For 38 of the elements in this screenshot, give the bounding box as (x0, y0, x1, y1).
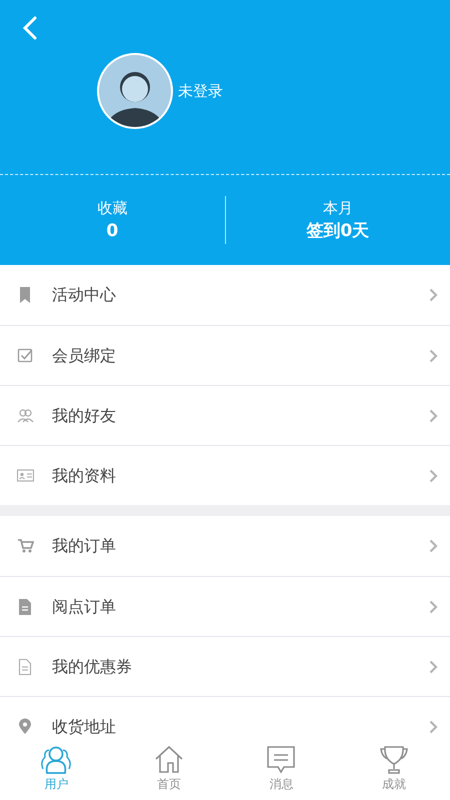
trophy-icon (378, 744, 410, 776)
menu-item[interactable]: 我的好友 (0, 385, 450, 445)
menu-label: 活动中心 (52, 284, 117, 306)
chevron-icon (429, 468, 438, 482)
chevron-icon (429, 408, 438, 422)
chevron-icon (429, 660, 438, 674)
chevron-icon (429, 720, 438, 734)
menu-item[interactable]: 阅点订单 (0, 576, 450, 636)
menu-label: 我的资料 (52, 464, 117, 486)
message-icon (265, 744, 298, 776)
stat-value: 签到0天 (306, 220, 370, 243)
chevron-icon (429, 600, 438, 614)
menu-label: 我的订单 (52, 535, 117, 557)
stat-label: 收藏 (97, 198, 128, 219)
chevron-icon (429, 288, 438, 302)
id-card-icon (17, 466, 34, 484)
people-icon (17, 406, 34, 424)
menu-label: 阅点订单 (52, 596, 117, 618)
avatar[interactable] (96, 52, 174, 130)
menu-label: 会员绑定 (52, 344, 117, 366)
menu-item[interactable]: 我的优惠券 (0, 636, 450, 696)
menu-label: 我的优惠券 (52, 656, 133, 678)
chevron-icon (429, 539, 438, 553)
home-icon (152, 744, 185, 776)
menu-label: 收货地址 (52, 716, 117, 735)
menu-item[interactable]: 我的资料 (0, 445, 450, 505)
menu-item[interactable]: 会员绑定 (0, 325, 450, 385)
menu-label: 我的好友 (52, 404, 117, 426)
users-icon (40, 744, 72, 776)
menu-item[interactable]: 我的订单 (0, 516, 450, 576)
cart-icon (17, 537, 34, 555)
stat-label: 本月 (322, 198, 353, 219)
menu-item[interactable]: 活动中心 (0, 265, 450, 325)
document-icon (17, 598, 34, 616)
chevron-icon (429, 348, 438, 362)
page-icon (17, 658, 34, 676)
stat-value: 0 (106, 220, 118, 243)
checkbox-icon (17, 346, 34, 364)
